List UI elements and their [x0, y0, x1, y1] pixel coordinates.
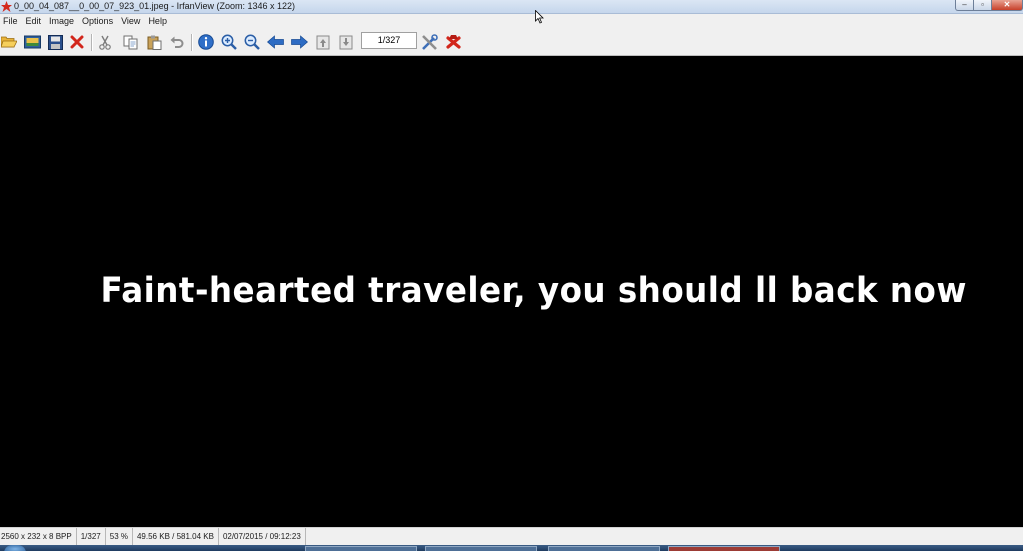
info-icon[interactable] — [197, 33, 215, 51]
undo-icon[interactable] — [168, 33, 186, 51]
window-controls: – ▫ ✕ — [955, 0, 1023, 11]
page-indicator[interactable]: 1/327 — [361, 32, 417, 49]
last-page-icon[interactable] — [337, 33, 355, 51]
cut-icon[interactable] — [96, 33, 114, 51]
toolbar — [0, 29, 1023, 56]
open-icon[interactable] — [0, 33, 18, 51]
menu-view[interactable]: View — [117, 14, 144, 29]
taskbar-button[interactable] — [425, 546, 537, 551]
status-bar: 2560 x 232 x 8 BPP 1/327 53 % 49.56 KB /… — [0, 527, 1023, 546]
taskbar-button[interactable] — [548, 546, 660, 551]
taskbar-button[interactable] — [305, 546, 417, 551]
delete-icon[interactable] — [68, 33, 86, 51]
zoom-in-icon[interactable] — [220, 33, 238, 51]
title-bar[interactable]: 0_00_04_087__0_00_07_923_01.jpeg - Irfan… — [0, 0, 1023, 14]
status-zoom: 53 % — [106, 527, 133, 546]
exit-icon[interactable] — [444, 33, 462, 51]
settings-icon[interactable] — [420, 33, 438, 51]
menu-edit[interactable]: Edit — [22, 14, 46, 29]
window-title: 0_00_04_087__0_00_07_923_01.jpeg - Irfan… — [14, 1, 296, 11]
close-button[interactable]: ✕ — [992, 0, 1023, 11]
menu-file[interactable]: File — [0, 14, 22, 29]
taskbar — [0, 545, 1023, 551]
minimize-button[interactable]: – — [955, 0, 974, 11]
start-button[interactable] — [4, 545, 26, 551]
status-filesize: 49.56 KB / 581.04 KB — [133, 527, 219, 546]
menu-help[interactable]: Help — [144, 14, 171, 29]
maximize-button[interactable]: ▫ — [974, 0, 992, 11]
copy-icon[interactable] — [121, 33, 139, 51]
image-canvas[interactable]: Faint-hearted traveler, you should ll ba… — [0, 57, 1023, 527]
menu-image[interactable]: Image — [45, 14, 78, 29]
status-page: 1/327 — [77, 527, 106, 546]
status-dimensions: 2560 x 232 x 8 BPP — [0, 527, 77, 546]
zoom-out-icon[interactable] — [243, 33, 261, 51]
status-datetime: 02/07/2015 / 09:12:23 — [219, 527, 306, 546]
subtitle-text: Faint-hearted traveler, you should ll ba… — [100, 271, 967, 311]
next-icon[interactable] — [290, 33, 308, 51]
first-page-icon[interactable] — [314, 33, 332, 51]
paste-icon[interactable] — [145, 33, 163, 51]
previous-icon[interactable] — [266, 33, 284, 51]
mouse-cursor-icon — [535, 10, 544, 24]
save-icon[interactable] — [46, 33, 64, 51]
irfanview-app-icon — [1, 1, 12, 12]
taskbar-button[interactable] — [668, 546, 780, 551]
slideshow-icon[interactable] — [23, 33, 41, 51]
menu-options[interactable]: Options — [78, 14, 117, 29]
menu-bar: File Edit Image Options View Help — [0, 14, 1023, 29]
